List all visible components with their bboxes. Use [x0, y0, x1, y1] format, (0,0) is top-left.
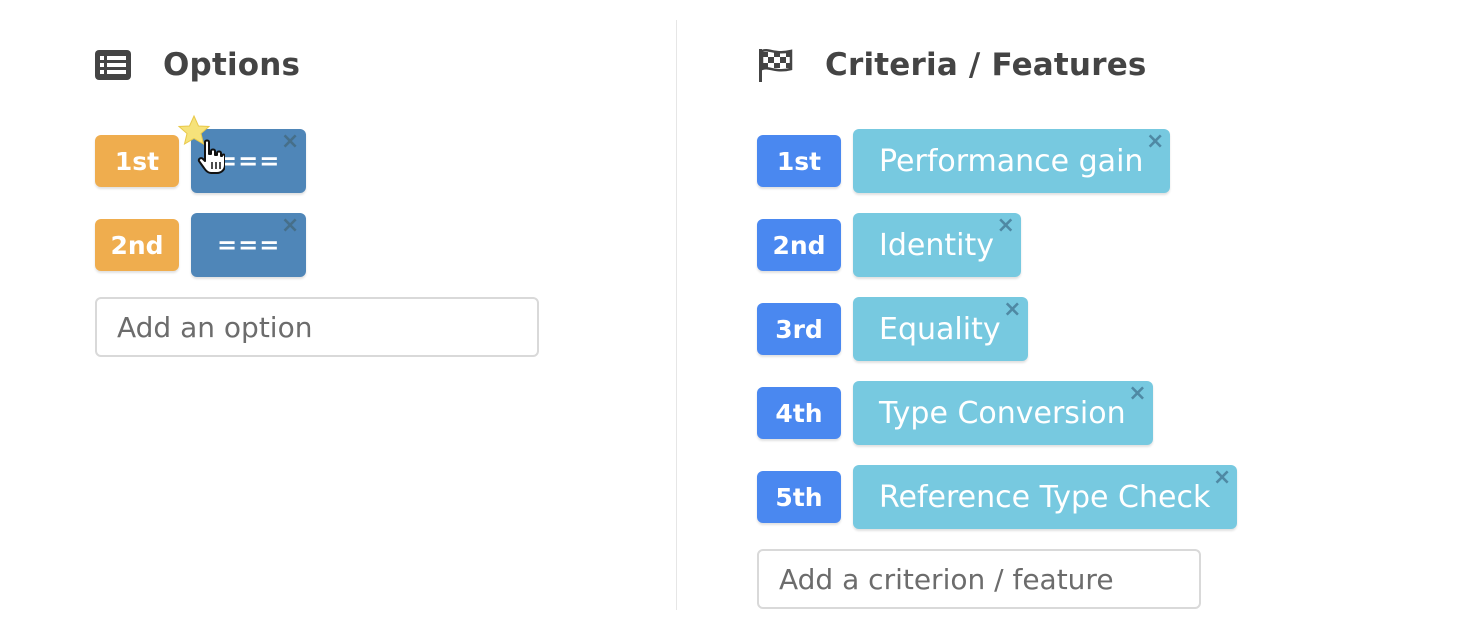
criteria-title: Criteria / Features: [825, 47, 1147, 83]
criterion-rank-badge: 2nd: [757, 219, 841, 271]
list-icon: [95, 47, 131, 83]
criterion-chip-label: Identity: [879, 227, 994, 263]
option-rank-badge: 2nd: [95, 219, 179, 271]
close-icon[interactable]: ×: [281, 215, 300, 237]
option-rank-badge: 1st: [95, 135, 179, 187]
criterion-chip-label: Performance gain: [879, 143, 1144, 179]
criterion-rank-badge: 3rd: [757, 303, 841, 355]
close-icon[interactable]: ×: [997, 215, 1015, 237]
criterion-row[interactable]: 3rd Equality ×: [757, 297, 1028, 361]
criterion-row[interactable]: 4th Type Conversion ×: [757, 381, 1153, 445]
criterion-chip-label: Type Conversion: [879, 395, 1126, 431]
close-icon[interactable]: ×: [1213, 467, 1231, 489]
criterion-chip-label: Reference Type Check: [879, 479, 1211, 515]
add-criterion-input[interactable]: [757, 549, 1201, 609]
options-heading: Options: [95, 40, 300, 90]
option-chip-label: ===: [217, 147, 281, 175]
criterion-chip[interactable]: Type Conversion ×: [853, 381, 1153, 445]
close-icon[interactable]: ×: [281, 131, 300, 153]
option-chip[interactable]: === ×: [191, 213, 307, 277]
criterion-chip[interactable]: Identity ×: [853, 213, 1021, 277]
options-title: Options: [163, 47, 301, 83]
criteria-heading: Criteria / Features: [757, 40, 1147, 90]
add-option-input[interactable]: [95, 297, 539, 357]
option-chip[interactable]: === ×: [191, 129, 307, 193]
criterion-chip[interactable]: Performance gain ×: [853, 129, 1171, 193]
criterion-rank-badge: 4th: [757, 387, 841, 439]
option-chip-label: ===: [217, 231, 281, 259]
criterion-rank-badge: 1st: [757, 135, 841, 187]
column-divider: [676, 20, 677, 610]
criterion-chip[interactable]: Reference Type Check ×: [853, 465, 1238, 529]
close-icon[interactable]: ×: [1128, 383, 1146, 405]
close-icon[interactable]: ×: [1146, 131, 1164, 153]
option-row[interactable]: 1st === ×: [95, 129, 307, 193]
criterion-chip[interactable]: Equality ×: [853, 297, 1028, 361]
criterion-row[interactable]: 1st Performance gain ×: [757, 129, 1171, 193]
checkered-flag-icon: [757, 47, 793, 83]
criterion-chip-label: Equality: [879, 311, 1001, 347]
decision-matrix-page: Options 1st === × 2nd === × Add an optio…: [0, 0, 1484, 640]
close-icon[interactable]: ×: [1003, 299, 1021, 321]
option-row[interactable]: 2nd === ×: [95, 213, 307, 277]
criterion-row[interactable]: 2nd Identity ×: [757, 213, 1021, 277]
criterion-row[interactable]: 5th Reference Type Check ×: [757, 465, 1238, 529]
criterion-rank-badge: 5th: [757, 471, 841, 523]
